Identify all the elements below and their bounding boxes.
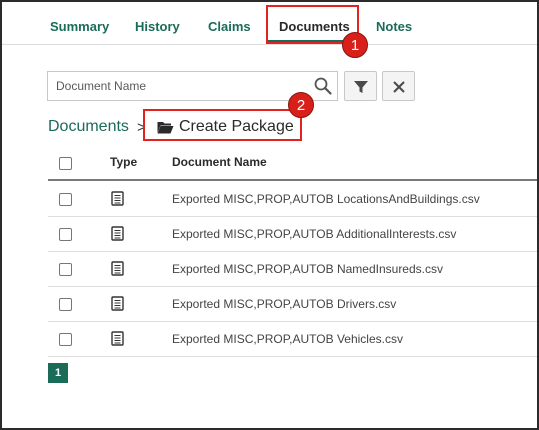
document-name[interactable]: Exported MISC,PROP,AUTOB Drivers.csv <box>172 297 396 311</box>
search-input[interactable] <box>48 72 316 100</box>
page-1-button[interactable]: 1 <box>48 363 68 383</box>
clear-search-button[interactable] <box>382 71 415 101</box>
tab-summary[interactable]: Summary <box>50 19 109 34</box>
row-checkbox[interactable] <box>59 193 72 206</box>
select-all-checkbox[interactable] <box>59 157 72 170</box>
document-icon <box>111 331 124 346</box>
tab-notes[interactable]: Notes <box>376 19 412 34</box>
document-name[interactable]: Exported MISC,PROP,AUTOB AdditionalInter… <box>172 227 456 241</box>
row-checkbox[interactable] <box>59 298 72 311</box>
document-icon <box>111 261 124 276</box>
row-checkbox[interactable] <box>59 333 72 346</box>
search-icon[interactable] <box>313 76 333 96</box>
table-row[interactable]: Exported MISC,PROP,AUTOB NamedInsureds.c… <box>48 251 537 287</box>
document-name[interactable]: Exported MISC,PROP,AUTOB Vehicles.csv <box>172 332 403 346</box>
document-icon <box>111 191 124 206</box>
document-icon <box>111 296 124 311</box>
callout-badge-2: 2 <box>288 92 314 118</box>
table-row[interactable]: Exported MISC,PROP,AUTOB LocationsAndBui… <box>48 181 537 217</box>
filter-icon <box>354 81 368 93</box>
document-icon <box>111 226 124 241</box>
table-row[interactable]: Exported MISC,PROP,AUTOB Drivers.csv <box>48 286 537 322</box>
close-icon <box>393 81 405 93</box>
tab-claims[interactable]: Claims <box>208 19 251 34</box>
callout-badge-1: 1 <box>342 32 368 58</box>
tab-history[interactable]: History <box>135 19 180 34</box>
table-row[interactable]: Exported MISC,PROP,AUTOB Vehicles.csv <box>48 321 537 357</box>
row-checkbox[interactable] <box>59 228 72 241</box>
document-panel: Summary History Claims Documents Notes 1… <box>0 0 539 430</box>
table-row[interactable]: Exported MISC,PROP,AUTOB AdditionalInter… <box>48 216 537 252</box>
callout-box-create-package <box>143 109 302 141</box>
column-header-document-name[interactable]: Document Name <box>172 155 267 169</box>
breadcrumb-documents[interactable]: Documents <box>48 118 129 136</box>
filter-button[interactable] <box>344 71 377 101</box>
row-checkbox[interactable] <box>59 263 72 276</box>
column-header-type: Type <box>110 155 138 169</box>
document-name[interactable]: Exported MISC,PROP,AUTOB LocationsAndBui… <box>172 192 480 206</box>
document-name[interactable]: Exported MISC,PROP,AUTOB NamedInsureds.c… <box>172 262 443 276</box>
